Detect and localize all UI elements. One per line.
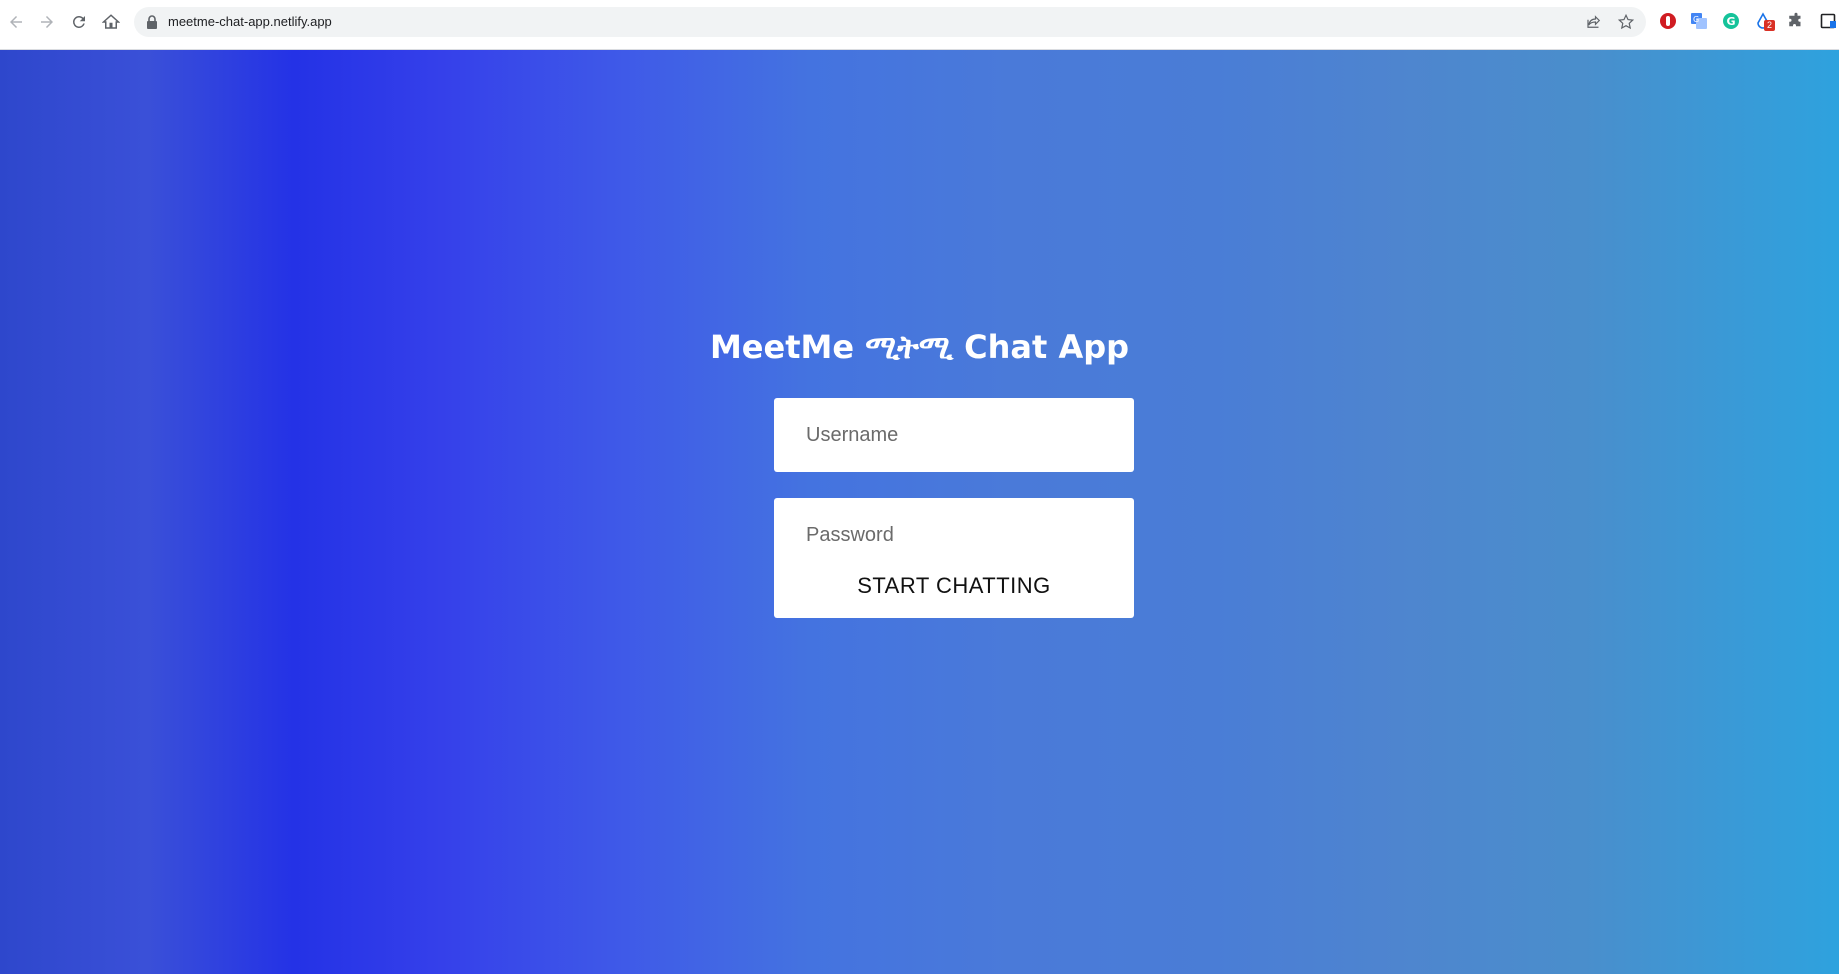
lock-icon	[147, 15, 157, 29]
puzzle-icon[interactable]	[1787, 12, 1805, 30]
start-chatting-button[interactable]: START CHATTING	[774, 553, 1134, 618]
share-icon[interactable]	[1585, 13, 1603, 31]
sidebar-icon[interactable]	[1820, 12, 1838, 30]
adblock-icon[interactable]	[1659, 12, 1677, 30]
home-button[interactable]	[99, 10, 123, 34]
grammarly-icon[interactable]: G	[1722, 12, 1740, 30]
extension-badge-icon[interactable]: 2	[1754, 12, 1778, 31]
url-text[interactable]: meetme-chat-app.netlify.app	[168, 14, 332, 29]
svg-text:G: G	[1727, 15, 1736, 28]
forward-button[interactable]	[35, 10, 59, 34]
browser-toolbar: meetme-chat-app.netlify.app G G 2	[0, 0, 1839, 50]
back-icon	[10, 16, 22, 28]
reload-button[interactable]	[67, 10, 91, 34]
translate-icon[interactable]: G	[1690, 12, 1708, 30]
extension-badge-count: 2	[1764, 20, 1776, 31]
svg-text:G: G	[1693, 15, 1699, 24]
bookmark-star-icon[interactable]	[1617, 13, 1635, 31]
reload-icon	[72, 15, 85, 28]
page-title: MeetMe ሚትሚ Chat App	[709, 328, 1130, 366]
forward-icon	[41, 16, 53, 28]
username-input[interactable]	[774, 398, 1134, 472]
back-button[interactable]	[4, 10, 28, 34]
address-bar[interactable]: meetme-chat-app.netlify.app	[134, 7, 1646, 37]
home-icon	[102, 14, 120, 29]
